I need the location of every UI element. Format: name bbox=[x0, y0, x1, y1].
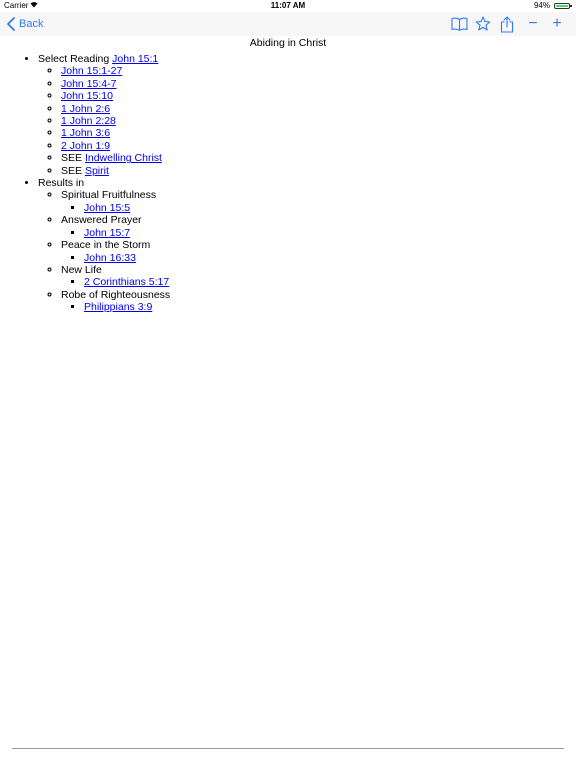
reading-list: John 15:1-27 John 15:4-7 John 15:10 1 Jo… bbox=[38, 65, 576, 177]
status-bar: Carrier 11:07 AM 94% bbox=[0, 0, 576, 12]
topic-link[interactable]: Spirit bbox=[85, 165, 109, 177]
bottom-divider bbox=[12, 748, 564, 749]
book-icon[interactable] bbox=[450, 15, 468, 33]
list-item: SEE Spirit bbox=[61, 165, 576, 177]
list-item: Peace in the Storm John 16:33 bbox=[61, 239, 576, 264]
back-label: Back bbox=[19, 18, 44, 30]
reference-link[interactable]: John 15:7 bbox=[84, 227, 130, 239]
list-item: Answered Prayer John 15:7 bbox=[61, 214, 576, 239]
list-item: 2 John 1:9 bbox=[61, 140, 576, 152]
reference-link[interactable]: 1 John 2:28 bbox=[61, 115, 116, 127]
select-reading-label: Select Reading bbox=[38, 53, 110, 65]
reference-link[interactable]: John 15:4-7 bbox=[61, 78, 116, 90]
toolbar-actions: − + bbox=[444, 14, 564, 34]
reference-link[interactable]: 1 John 2:6 bbox=[61, 103, 110, 115]
list-item: John 15:5 bbox=[84, 202, 576, 214]
sub-list: John 15:5 bbox=[61, 202, 576, 214]
back-button[interactable]: Back bbox=[6, 16, 43, 32]
list-item: Robe of Righteousness Philippians 3:9 bbox=[61, 289, 576, 314]
list-item: 1 John 3:6 bbox=[61, 127, 576, 139]
reference-link[interactable]: 1 John 3:6 bbox=[61, 127, 110, 139]
outline-list: Select Reading John 15:1 John 15:1-27 Jo… bbox=[0, 53, 576, 314]
zoom-out-button[interactable]: − bbox=[526, 15, 540, 33]
list-item-select-reading: Select Reading John 15:1 John 15:1-27 Jo… bbox=[38, 53, 576, 177]
reference-link[interactable]: John 15:1 bbox=[112, 53, 158, 65]
star-icon[interactable] bbox=[474, 15, 492, 33]
list-item: John 16:33 bbox=[84, 252, 576, 264]
see-prefix: SEE bbox=[61, 152, 83, 165]
results-list: Spiritual Fruitfulness John 15:5 Answere… bbox=[38, 189, 576, 313]
chevron-left-icon bbox=[7, 17, 15, 31]
reference-link[interactable]: 2 Corinthians 5:17 bbox=[84, 276, 169, 288]
list-item: John 15:7 bbox=[84, 227, 576, 239]
topic-link[interactable]: Indwelling Christ bbox=[85, 152, 162, 164]
result-label: New Life bbox=[61, 263, 102, 276]
reference-link[interactable]: John 16:33 bbox=[84, 252, 136, 264]
sub-list: 2 Corinthians 5:17 bbox=[61, 276, 576, 288]
list-item: Spiritual Fruitfulness John 15:5 bbox=[61, 189, 576, 214]
result-label: Answered Prayer bbox=[61, 214, 142, 227]
sub-list: Philippians 3:9 bbox=[61, 301, 576, 313]
page-title: Abiding in Christ bbox=[249, 37, 327, 49]
list-item: 1 John 2:28 bbox=[61, 115, 576, 127]
result-label: Robe of Righteousness bbox=[61, 288, 171, 301]
battery-icon bbox=[554, 3, 572, 9]
share-icon[interactable] bbox=[498, 15, 516, 33]
list-item: John 15:1-27 bbox=[61, 65, 576, 77]
clock: 11:07 AM bbox=[270, 1, 306, 10]
list-item: 1 John 2:6 bbox=[61, 103, 576, 115]
list-item: Philippians 3:9 bbox=[84, 301, 576, 313]
list-item: SEE Indwelling Christ bbox=[61, 152, 576, 164]
navigation-bar: Back − + bbox=[0, 12, 576, 36]
zoom-in-button[interactable]: + bbox=[550, 15, 564, 33]
result-label: Spiritual Fruitfulness bbox=[61, 189, 157, 202]
reference-link[interactable]: 2 John 1:9 bbox=[61, 140, 110, 152]
reference-link[interactable]: John 15:10 bbox=[61, 90, 113, 102]
topic-outline: Select Reading John 15:1 John 15:1-27 Jo… bbox=[0, 53, 576, 314]
list-item-results-in: Results in Spiritual Fruitfulness John 1… bbox=[38, 177, 576, 313]
see-prefix: SEE bbox=[61, 164, 83, 177]
list-item: New Life 2 Corinthians 5:17 bbox=[61, 264, 576, 289]
list-item: 2 Corinthians 5:17 bbox=[84, 276, 576, 288]
sub-list: John 15:7 bbox=[61, 227, 576, 239]
reference-link[interactable]: Philippians 3:9 bbox=[84, 301, 152, 313]
sub-list: John 16:33 bbox=[61, 252, 576, 264]
reference-link[interactable]: John 15:1-27 bbox=[61, 65, 122, 77]
reference-link[interactable]: John 15:5 bbox=[84, 202, 130, 214]
battery-percent: 94% bbox=[533, 1, 550, 10]
results-in-label: Results in bbox=[38, 177, 85, 190]
result-label: Peace in the Storm bbox=[61, 239, 151, 252]
list-item: John 15:10 bbox=[61, 90, 576, 102]
list-item: John 15:4-7 bbox=[61, 78, 576, 90]
